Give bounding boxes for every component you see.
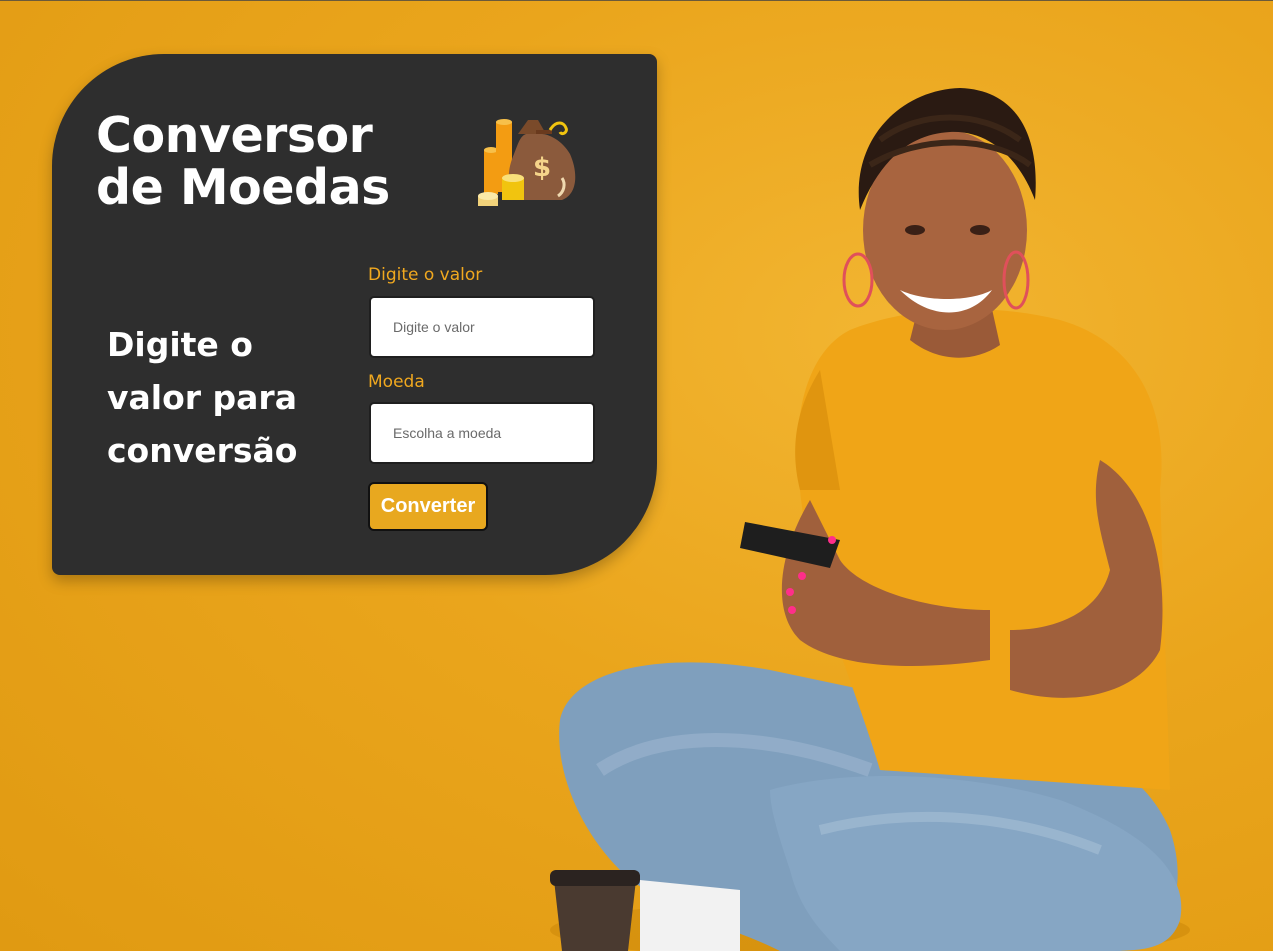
instruction-line-2: valor para xyxy=(107,378,297,417)
instruction-text: Digite o valor para conversão xyxy=(107,318,327,477)
instruction-line-3: conversão xyxy=(107,431,298,470)
hero-photo xyxy=(550,88,1190,951)
top-border xyxy=(0,0,1273,1)
title-line-2: de Moedas xyxy=(96,159,390,216)
instruction-line-1: Digite o xyxy=(107,325,253,364)
value-label: Digite o valor xyxy=(368,265,483,285)
convert-button[interactable]: Converter xyxy=(368,482,488,531)
title-line-1: Conversor xyxy=(96,107,373,164)
currency-label: Moeda xyxy=(368,372,425,392)
page-title: Conversor de Moedas xyxy=(96,110,426,214)
